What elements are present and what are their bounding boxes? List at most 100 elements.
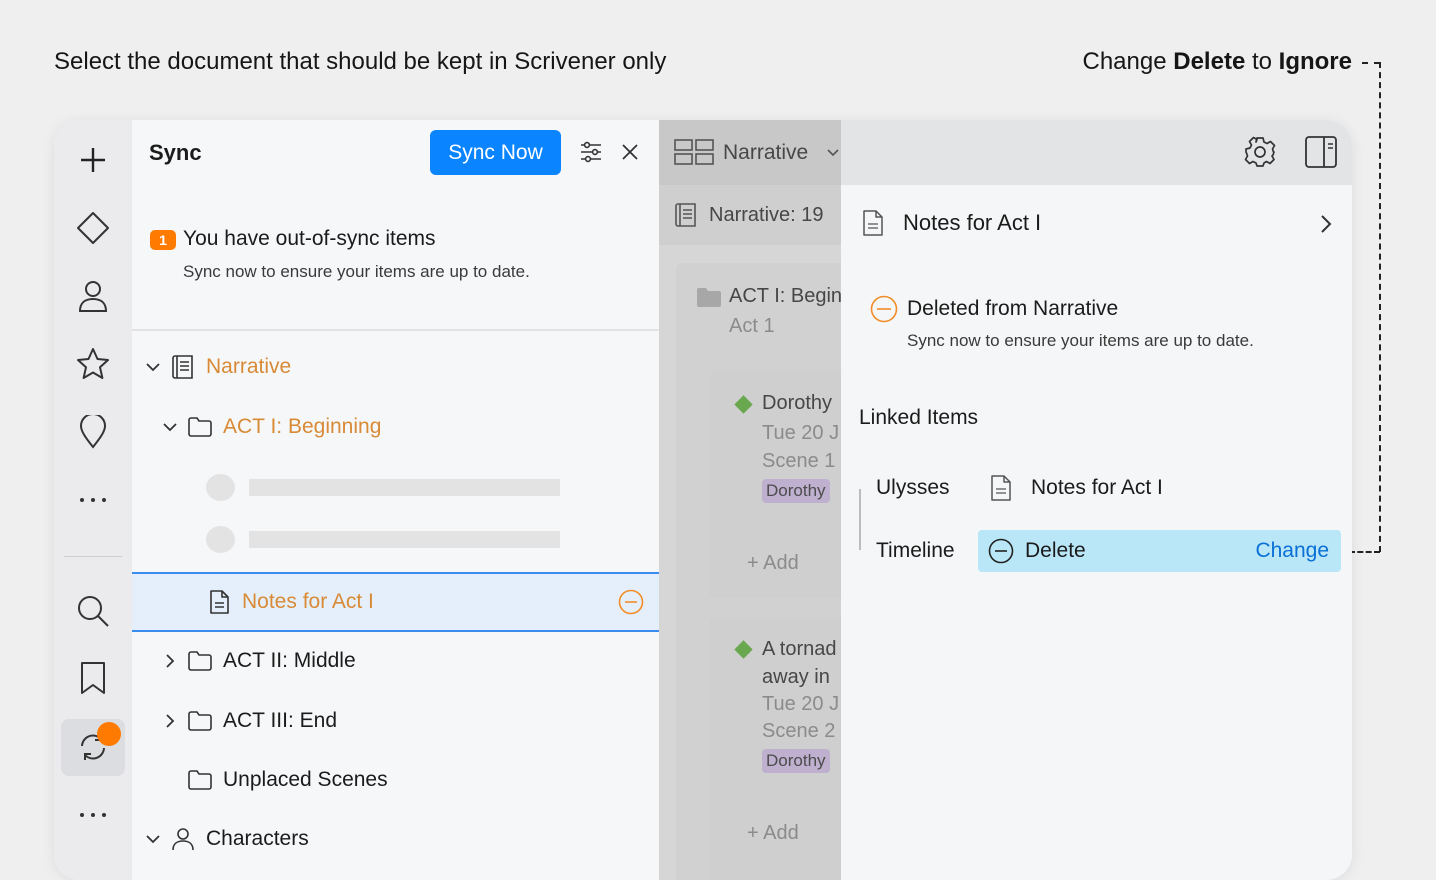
linked-ulysses-value: Notes for Act I (1031, 476, 1163, 499)
folder-card-title: ACT I: Begin (729, 285, 842, 307)
rail-divider (64, 556, 122, 557)
folder-icon (188, 417, 212, 437)
tree-item-unplaced-scenes[interactable]: Unplaced Scenes (132, 751, 659, 809)
folder-card-subtitle: Act 1 (729, 315, 775, 337)
chevron-right-icon[interactable] (161, 652, 179, 670)
timeline-action-row[interactable]: Delete Change (978, 530, 1341, 572)
linked-app-ulysses: Ulysses (876, 476, 950, 499)
close-icon[interactable] (620, 142, 640, 162)
chevron-down-icon[interactable] (144, 358, 162, 376)
sync-notification-dot (97, 722, 121, 746)
sync-panel: Sync Sync Now 1 You have out-of-sync ite… (132, 120, 660, 880)
star-icon[interactable] (73, 344, 113, 384)
tree-label-act3: ACT III: End (223, 709, 337, 732)
panel-divider (132, 329, 659, 331)
add-plus-icon: + (747, 822, 764, 844)
plus-icon[interactable] (73, 140, 113, 180)
scene-card-2-title-line2: away in (762, 666, 830, 688)
scene-card-2-tag: Dorothy (762, 749, 830, 773)
book-icon (172, 355, 193, 379)
folder-icon (697, 288, 721, 307)
deleted-status-title: Deleted from Narrative (907, 297, 1119, 320)
book-icon (675, 203, 696, 227)
chevron-right-icon[interactable] (161, 712, 179, 730)
document-icon (991, 475, 1011, 501)
chevron-down-icon[interactable] (161, 418, 179, 436)
diamond-icon[interactable] (73, 208, 113, 248)
out-of-sync-title: You have out-of-sync items (183, 227, 436, 250)
sync-panel-title: Sync (149, 140, 202, 165)
sync-now-button[interactable]: Sync Now (430, 130, 561, 175)
scene-card-2-title-line1: A tornad (762, 638, 837, 660)
tree-item-act2[interactable]: ACT II: Middle (132, 632, 659, 690)
linked-items-bracket (859, 489, 861, 550)
caption-right-prefix: Change (1082, 48, 1174, 75)
document-icon (863, 210, 883, 236)
tree-item-act3[interactable]: ACT III: End (132, 692, 659, 750)
corkboard-count: Narrative: 19 (709, 204, 824, 226)
chevron-right-icon[interactable] (1319, 213, 1333, 235)
tree-label-notes-for-act1: Notes for Act I (242, 590, 374, 613)
add-scene-label: Add (763, 552, 799, 574)
corkboard-area: Narrative Narrative: 19 ACT I: Begin Act… (659, 120, 842, 880)
linked-app-timeline: Timeline (876, 539, 955, 562)
out-of-sync-count-badge: 1 (150, 230, 176, 250)
folder-icon (188, 711, 212, 731)
app-window: Sync Sync Now 1 You have out-of-sync ite… (54, 120, 1352, 880)
gear-icon[interactable] (1243, 135, 1277, 169)
view-selector-label[interactable]: Narrative (723, 141, 808, 165)
folder-icon (188, 651, 212, 671)
bookmark-icon[interactable] (73, 658, 113, 698)
caption-right-ignore: Ignore (1278, 48, 1352, 75)
tree-item-narrative[interactable]: Narrative (132, 338, 659, 396)
tree-label-act2: ACT II: Middle (223, 649, 356, 672)
loading-placeholder-circle (206, 474, 235, 501)
change-action-button[interactable]: Change (1255, 539, 1329, 563)
scene-card-1-scene: Scene 1 (762, 450, 836, 472)
callout-line-top (1362, 62, 1380, 64)
person-icon[interactable] (73, 276, 113, 316)
tree-item-characters[interactable]: Characters (132, 810, 659, 868)
tree-item-act1[interactable]: ACT I: Beginning (132, 398, 659, 456)
scene-card-2-scene: Scene 2 (762, 720, 836, 742)
more-icon[interactable] (73, 480, 113, 520)
caption-right-mid: to (1245, 48, 1279, 75)
chevron-down-icon[interactable] (144, 830, 162, 848)
deleted-status-subtitle: Sync now to ensure your items are up to … (907, 331, 1254, 350)
loading-placeholder-bar (249, 531, 560, 548)
deleted-status-icon (618, 589, 644, 615)
callout-line-bottom (1349, 551, 1380, 553)
tree-item-notes-for-act1[interactable]: Notes for Act I (132, 572, 659, 632)
tree-label-act1: ACT I: Beginning (223, 415, 382, 438)
folder-icon (188, 770, 212, 790)
more-icon-bottom[interactable] (73, 795, 113, 835)
tree-label-unplaced-scenes: Unplaced Scenes (223, 768, 388, 791)
loading-placeholder-bar (249, 479, 560, 496)
icon-rail (54, 120, 132, 880)
minus-circle-icon (988, 538, 1014, 564)
person-icon (172, 828, 194, 851)
timeline-action-value: Delete (1025, 539, 1086, 562)
add-scene-button[interactable]: + Add (747, 552, 799, 575)
inspector-doc-title: Notes for Act I (903, 210, 1042, 235)
grid-view-icon[interactable] (674, 139, 716, 165)
add-scene-button-2[interactable]: + Add (747, 822, 799, 845)
out-of-sync-subtitle: Sync now to ensure your items are up to … (183, 262, 530, 281)
search-icon[interactable] (73, 591, 113, 631)
tree-label-narrative: Narrative (206, 355, 292, 378)
location-pin-icon[interactable] (73, 412, 113, 452)
document-icon (210, 590, 229, 614)
tree-label-characters: Characters (206, 827, 309, 850)
instruction-caption-right: Change Delete to Ignore (1083, 48, 1353, 76)
chevron-down-icon[interactable] (827, 146, 839, 158)
scene-card-1-tag: Dorothy (762, 479, 830, 503)
sidebar-toggle-icon[interactable] (1304, 135, 1338, 169)
callout-line-vertical (1379, 62, 1381, 552)
linked-items-heading: Linked Items (859, 406, 979, 429)
scene-card-1-title: Dorothy (762, 392, 833, 414)
add-scene-label-2: Add (763, 822, 799, 844)
filter-icon[interactable] (579, 140, 603, 164)
add-plus-icon: + (747, 552, 764, 574)
scene-card-1-date: Tue 20 J (762, 422, 840, 444)
loading-placeholder-circle (206, 526, 235, 553)
